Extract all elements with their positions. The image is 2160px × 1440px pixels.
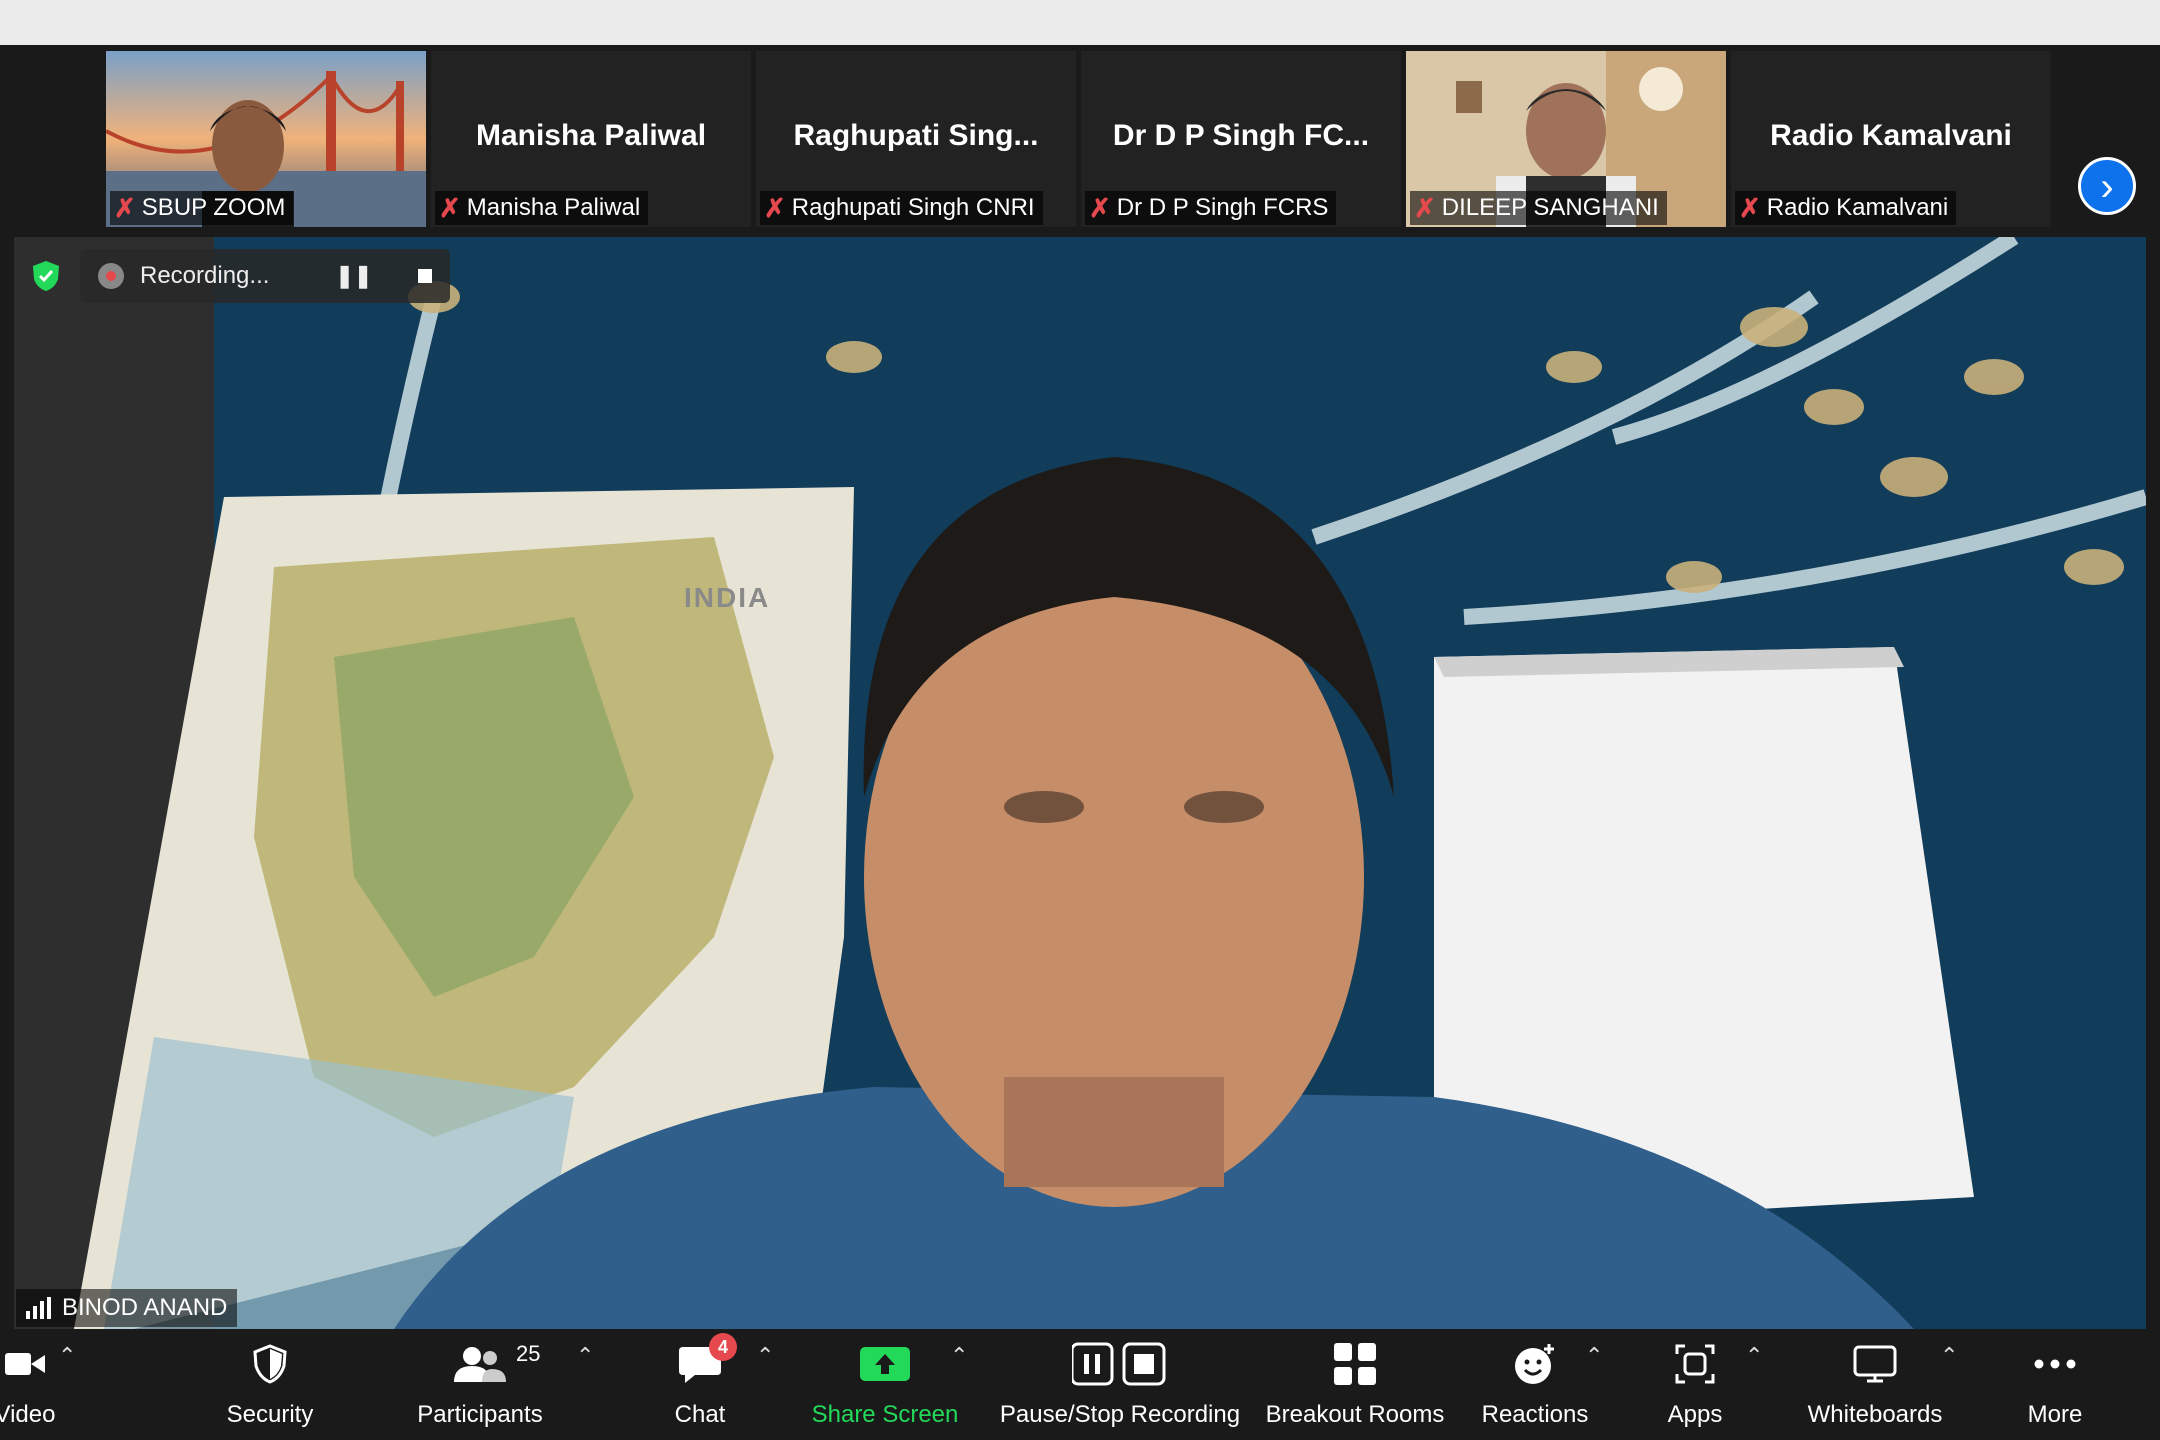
signal-bars-icon xyxy=(26,1297,51,1319)
participant-display-name: Dr D P Singh FC... xyxy=(1112,119,1370,152)
share-screen-icon xyxy=(860,1339,910,1389)
mic-muted-icon: ✗ xyxy=(439,193,461,223)
chat-unread-badge: 4 xyxy=(709,1333,737,1361)
video-options-caret[interactable]: ⌃ xyxy=(58,1343,76,1369)
breakout-rooms-icon xyxy=(1334,1339,1376,1389)
pause-stop-recording-button[interactable]: Pause/Stop Recording xyxy=(1000,1339,1240,1434)
stop-recording-icon[interactable] xyxy=(418,269,433,283)
participant-label: ✗ Manisha Paliwal xyxy=(435,191,649,225)
participant-display-name: Radio Kamalvani xyxy=(1770,119,2012,152)
participant-tile-dileep[interactable]: ✗ DILEEP SANGHANI xyxy=(1406,51,1726,227)
recording-indicator: Recording... ❚❚ xyxy=(80,249,451,303)
chevron-right-icon: › xyxy=(2100,165,2114,209)
recording-bar: Recording... ❚❚ xyxy=(26,249,451,303)
pause-stop-icon xyxy=(1072,1339,1168,1389)
pause-recording-icon[interactable]: ❚❚ xyxy=(335,263,372,289)
security-shield-icon xyxy=(252,1339,288,1389)
more-button[interactable]: More xyxy=(2010,1339,2100,1434)
share-options-caret[interactable]: ⌃ xyxy=(950,1343,968,1369)
speaker-name-label: BINOD ANAND xyxy=(16,1289,238,1327)
reactions-button[interactable]: Reactions xyxy=(1475,1339,1595,1434)
mic-muted-icon: ✗ xyxy=(764,193,786,223)
video-button[interactable]: Video xyxy=(0,1339,60,1434)
recording-status: Recording... xyxy=(140,262,270,289)
participant-label: ✗ Dr D P Singh FCRS xyxy=(1085,191,1337,225)
record-dot-icon xyxy=(98,263,124,289)
apps-options-caret[interactable]: ⌃ xyxy=(1745,1343,1763,1369)
chat-button[interactable]: 4 Chat xyxy=(660,1333,740,1434)
reactions-options-caret[interactable]: ⌃ xyxy=(1585,1343,1603,1369)
zoom-meeting-window: ✗ SBUP ZOOM Manisha Paliwal ✗ Manisha Pali… xyxy=(0,45,2160,1440)
security-button[interactable]: Security xyxy=(210,1339,330,1434)
video-camera-icon xyxy=(5,1339,45,1389)
participant-tile-dp-singh[interactable]: Dr D P Singh FC... ✗ Dr D P Singh FCRS xyxy=(1081,51,1401,227)
map-title: INDIA xyxy=(684,582,771,613)
chat-bubble-icon: 4 xyxy=(679,1333,737,1389)
participants-button[interactable]: 25 Participants xyxy=(410,1339,550,1434)
more-dots-icon xyxy=(2033,1339,2077,1389)
apps-icon xyxy=(1675,1339,1715,1389)
share-screen-button[interactable]: Share Screen xyxy=(810,1339,960,1434)
smiley-reaction-icon xyxy=(1513,1339,1557,1389)
speaker-video-frame xyxy=(14,237,2146,1329)
whiteboard-icon xyxy=(1853,1339,1897,1389)
participants-count: 25 xyxy=(516,1341,541,1366)
mic-muted-icon: ✗ xyxy=(114,193,136,223)
encryption-shield-icon[interactable] xyxy=(26,256,66,296)
participant-display-name: Manisha Paliwal xyxy=(475,119,707,152)
breakout-rooms-button[interactable]: Breakout Rooms xyxy=(1265,1339,1445,1434)
participant-tile-radio-kamalvani[interactable]: Radio Kamalvani ✗ Radio Kamalvani xyxy=(1731,51,2051,227)
participant-display-name: Raghupati Sing... xyxy=(793,119,1039,152)
participant-tile-manisha[interactable]: Manisha Paliwal ✗ Manisha Paliwal xyxy=(431,51,751,227)
chat-options-caret[interactable]: ⌃ xyxy=(756,1343,774,1369)
active-speaker-video: INDIA Recording... ❚❚ BINOD ANAND xyxy=(14,237,2146,1329)
participant-tile-sbup-zoom[interactable]: ✗ SBUP ZOOM xyxy=(106,51,426,227)
participant-label: ✗ SBUP ZOOM xyxy=(110,191,294,225)
participant-label: ✗ Radio Kamalvani xyxy=(1735,191,1957,225)
participants-icon: 25 xyxy=(454,1339,540,1389)
participant-label: ✗ DILEEP SANGHANI xyxy=(1410,191,1667,225)
next-page-button[interactable]: › xyxy=(2078,157,2136,215)
participant-tile-raghupati[interactable]: Raghupati Sing... ✗ Raghupati Singh CNRI xyxy=(756,51,1076,227)
meeting-toolbar: Video ⌃ Security 25 Participants ⌃ 4 Cha… xyxy=(0,1329,2160,1440)
mic-muted-icon: ✗ xyxy=(1414,193,1436,223)
apps-button[interactable]: Apps xyxy=(1640,1339,1750,1434)
mic-muted-icon: ✗ xyxy=(1739,193,1761,223)
whiteboards-options-caret[interactable]: ⌃ xyxy=(1940,1343,1958,1369)
mic-muted-icon: ✗ xyxy=(1089,193,1111,223)
participant-label: ✗ Raghupati Singh CNRI xyxy=(760,191,1043,225)
whiteboards-button[interactable]: Whiteboards xyxy=(1800,1339,1950,1434)
participant-strip: ✗ SBUP ZOOM Manisha Paliwal ✗ Manisha Pali… xyxy=(0,45,2160,237)
participants-options-caret[interactable]: ⌃ xyxy=(576,1343,594,1369)
